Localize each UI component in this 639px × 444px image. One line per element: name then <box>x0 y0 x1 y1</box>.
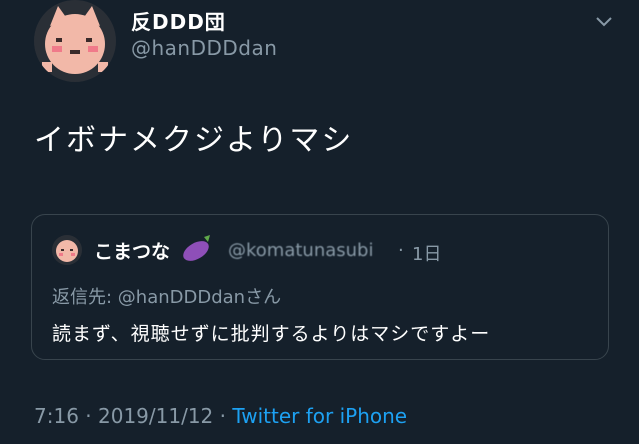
author-avatar[interactable] <box>34 0 116 82</box>
quoted-time[interactable]: 1日 <box>412 240 441 266</box>
author-handle[interactable]: @hanDDDdan <box>131 36 277 60</box>
quoted-reply-to: 返信先: @hanDDDdanさん <box>52 287 282 308</box>
quoted-handle[interactable]: @komatunasubi <box>228 240 373 261</box>
author-display-name[interactable]: 反DDD団 <box>131 6 226 35</box>
quoted-separator: · <box>398 240 404 261</box>
quoted-text: 読まず、視聴せずに批判するよりはマシですよー <box>52 323 491 345</box>
quoted-tweet[interactable]: こまつな @komatunasubi · 1日 返信先: @hanDDDdanさ… <box>31 214 609 360</box>
tweet-text: イボナメクジよりマシ <box>34 123 354 158</box>
chevron-down-icon[interactable] <box>593 12 615 30</box>
meta-separator: · <box>219 404 226 428</box>
tweet-meta: 7:16 · 2019/11/12 · Twitter for iPhone <box>34 404 407 428</box>
tweet-source-link[interactable]: Twitter for iPhone <box>232 404 407 428</box>
cat-avatar-icon <box>34 0 116 82</box>
tweet-date: 2019/11/12 <box>98 404 214 428</box>
tweet-time: 7:16 <box>34 404 79 428</box>
quoted-author-avatar[interactable] <box>52 235 82 265</box>
quoted-display-name[interactable]: こまつな <box>94 237 170 264</box>
meta-separator: · <box>85 404 92 428</box>
eggplant-icon <box>180 233 214 263</box>
